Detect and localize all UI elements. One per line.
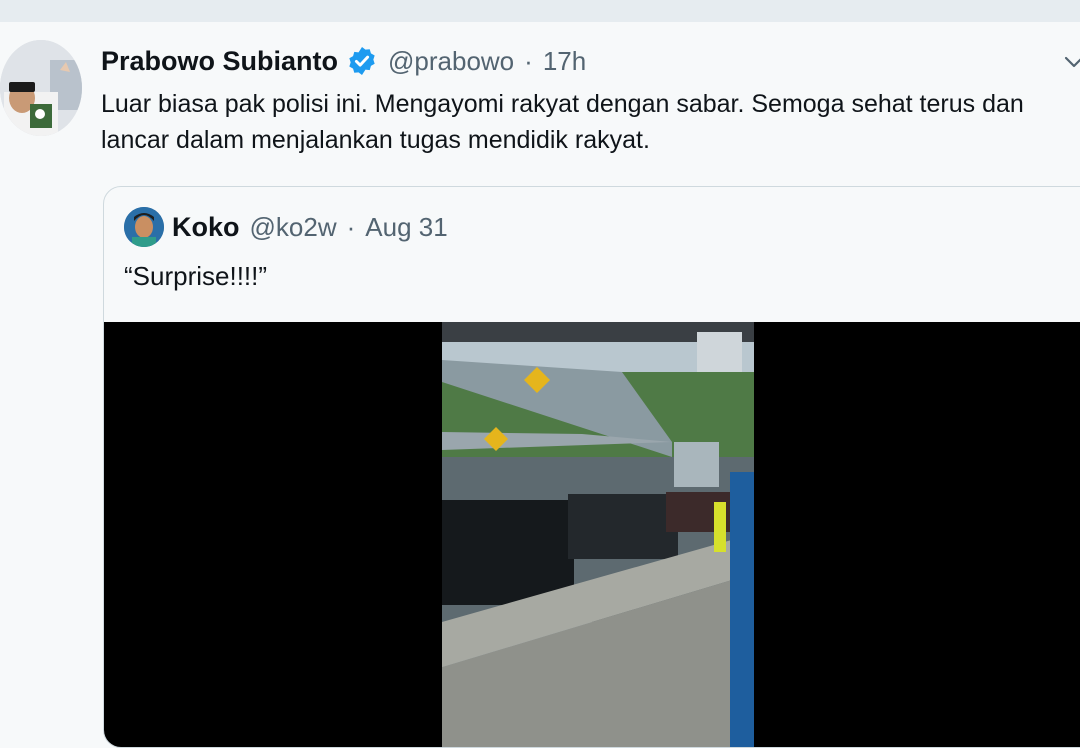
video-frame [442, 322, 754, 747]
tweet-header: Prabowo Subianto @prabowo · 17h [101, 44, 586, 78]
avatar[interactable] [0, 40, 82, 136]
quoted-timestamp[interactable]: Aug 31 [365, 212, 447, 243]
video-player[interactable] [104, 322, 1080, 747]
quoted-tweet-text: “Surprise!!!!” [124, 261, 268, 291]
quoted-author-handle[interactable]: @ko2w [250, 212, 337, 243]
quoted-tweet-header: Koko @ko2w · Aug 31 [172, 209, 448, 245]
top-divider [0, 0, 1080, 22]
quoted-tweet[interactable]: Koko @ko2w · Aug 31 “Surprise!!!!” [103, 186, 1080, 748]
verified-badge-icon [346, 45, 378, 77]
author-handle[interactable]: @prabowo [388, 46, 514, 77]
author-name[interactable]: Prabowo Subianto [101, 46, 338, 77]
header-separator: · [524, 45, 533, 76]
quoted-avatar-image [124, 207, 164, 247]
avatar-image [0, 40, 82, 136]
tweet-text: Luar biasa pak polisi ini. Mengayomi rak… [101, 90, 1024, 154]
quoted-header-separator: · [346, 211, 356, 242]
chevron-down-icon[interactable] [1062, 50, 1080, 74]
quoted-author-name[interactable]: Koko [172, 212, 240, 243]
quoted-avatar[interactable] [124, 207, 164, 247]
timestamp[interactable]: 17h [543, 46, 586, 77]
